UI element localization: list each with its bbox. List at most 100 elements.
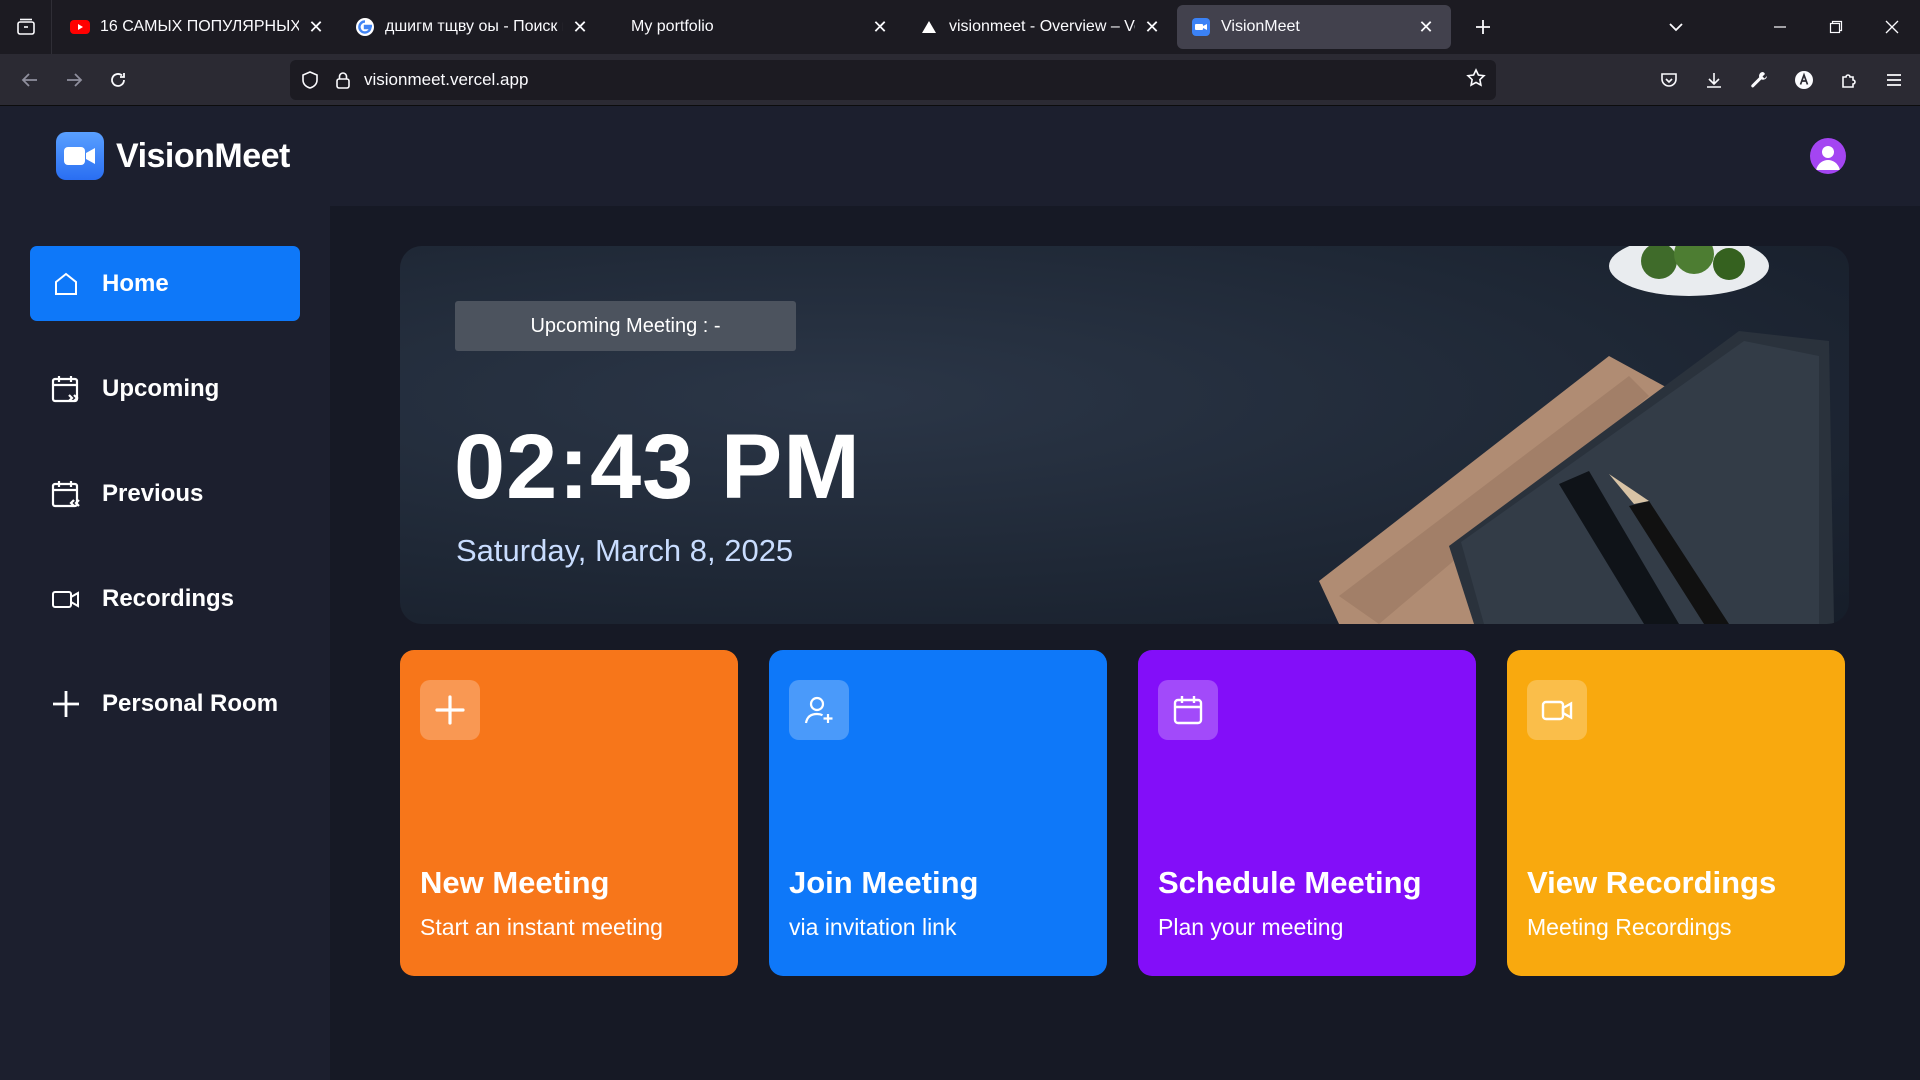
schedule-meeting-card[interactable]: Schedule Meeting Plan your meeting bbox=[1138, 650, 1476, 976]
browser-toolbar: visionmeet.vercel.app bbox=[0, 54, 1920, 106]
card-subtitle: via invitation link bbox=[789, 914, 957, 940]
user-icon bbox=[1816, 146, 1840, 170]
logo[interactable]: VisionMeet bbox=[56, 132, 290, 180]
plus-icon bbox=[50, 688, 82, 720]
url-text: visionmeet.vercel.app bbox=[364, 70, 529, 89]
pocket-icon bbox=[1660, 73, 1677, 87]
tab-title: дшигм тщву оы - Поиск в Goo bbox=[385, 18, 563, 35]
new-meeting-card[interactable]: New Meeting Start an instant meeting bbox=[400, 650, 738, 976]
app: VisionMeet Home Upcoming Previous Record… bbox=[0, 106, 1920, 1080]
sidebar-item-home[interactable]: Home bbox=[30, 246, 300, 321]
card-subtitle: Plan your meeting bbox=[1158, 914, 1344, 940]
pocket-button[interactable] bbox=[1646, 60, 1691, 100]
browser-tab[interactable]: дшигм тщву оы - Поиск в Goo ✕ bbox=[341, 5, 605, 49]
close-tab-icon[interactable]: ✕ bbox=[869, 16, 891, 38]
visionmeet-icon bbox=[1191, 17, 1211, 37]
sidebar-item-personal-room[interactable]: Personal Room bbox=[30, 666, 300, 741]
upcoming-meeting-badge: Upcoming Meeting : - bbox=[455, 301, 796, 351]
current-time: 02:43 PM bbox=[454, 416, 861, 518]
meeting-actions: New Meeting Start an instant meeting Joi… bbox=[400, 650, 1849, 976]
sidebar-item-previous[interactable]: Previous bbox=[30, 456, 300, 531]
tab-list-button[interactable] bbox=[0, 0, 52, 54]
calendar-icon bbox=[1158, 680, 1218, 740]
sidebar-item-recordings[interactable]: Recordings bbox=[30, 561, 300, 636]
reload-icon bbox=[111, 72, 125, 87]
youtube-icon bbox=[70, 17, 90, 37]
sidebar-item-label: Home bbox=[102, 269, 169, 297]
tab-title: 16 САМЫХ ПОПУЛЯРНЫХ воп bbox=[100, 18, 299, 35]
view-recordings-card[interactable]: View Recordings Meeting Recordings bbox=[1507, 650, 1845, 976]
join-meeting-card[interactable]: Join Meeting via invitation link bbox=[769, 650, 1107, 976]
back-button[interactable] bbox=[8, 60, 52, 100]
browser-tab[interactable]: 16 САМЫХ ПОПУЛЯРНЫХ воп ✕ bbox=[56, 5, 341, 49]
current-date: Saturday, March 8, 2025 bbox=[456, 533, 794, 568]
wrench-icon bbox=[1750, 72, 1767, 88]
card-title: Schedule Meeting bbox=[1158, 865, 1422, 900]
desk-illustration bbox=[1319, 246, 1834, 624]
close-tab-icon[interactable]: ✕ bbox=[1141, 16, 1163, 38]
chevron-down-icon bbox=[1669, 23, 1683, 32]
calendar-previous-icon bbox=[50, 478, 82, 510]
plus-icon bbox=[420, 680, 480, 740]
close-tab-icon[interactable]: ✕ bbox=[569, 16, 591, 38]
sidebar-item-upcoming[interactable]: Upcoming bbox=[30, 351, 300, 426]
address-bar[interactable]: visionmeet.vercel.app bbox=[290, 60, 1496, 100]
calendar-upcoming-icon bbox=[50, 373, 82, 405]
arrow-left-icon bbox=[21, 72, 37, 87]
download-icon bbox=[1706, 73, 1721, 88]
browser-tab-active[interactable]: VisionMeet ✕ bbox=[1177, 5, 1451, 49]
app-name: VisionMeet bbox=[116, 136, 290, 175]
vercel-icon bbox=[919, 17, 939, 37]
account-button[interactable] bbox=[1781, 60, 1826, 100]
arrow-right-icon bbox=[67, 72, 83, 87]
restore-button[interactable] bbox=[1808, 0, 1864, 54]
logo-icon bbox=[56, 132, 104, 180]
browser-tab-bar: 16 САМЫХ ПОПУЛЯРНЫХ воп ✕ дшигм тщву оы … bbox=[0, 0, 1920, 54]
sidebar: Home Upcoming Previous Recordings Person… bbox=[0, 206, 330, 1080]
close-window-button[interactable] bbox=[1864, 0, 1920, 54]
hamburger-icon bbox=[1886, 74, 1901, 86]
app-header: VisionMeet bbox=[0, 106, 1920, 206]
browser-tab[interactable]: visionmeet - Overview – Vercel ✕ bbox=[905, 5, 1177, 49]
puzzle-icon bbox=[1841, 74, 1856, 88]
close-tab-icon[interactable]: ✕ bbox=[1415, 16, 1437, 38]
tab-title: visionmeet - Overview – Vercel bbox=[949, 18, 1135, 35]
downloads-button[interactable] bbox=[1691, 60, 1736, 100]
bookmark-star-icon[interactable] bbox=[1466, 67, 1486, 93]
card-title: Join Meeting bbox=[789, 865, 979, 900]
minimize-icon bbox=[1774, 26, 1786, 28]
account-icon bbox=[1794, 71, 1813, 89]
sidebar-item-label: Recordings bbox=[102, 584, 235, 612]
reload-button[interactable] bbox=[96, 60, 140, 100]
user-avatar[interactable] bbox=[1810, 138, 1846, 174]
devtools-button[interactable] bbox=[1736, 60, 1781, 100]
close-icon bbox=[1885, 20, 1899, 34]
lock-icon bbox=[336, 72, 350, 89]
tab-list-icon bbox=[16, 18, 35, 35]
sidebar-item-label: Personal Room bbox=[102, 689, 279, 717]
card-subtitle: Meeting Recordings bbox=[1527, 914, 1732, 940]
tab-title: My portfolio bbox=[631, 18, 714, 35]
hero-banner: Upcoming Meeting : - 02:43 PM Saturday, … bbox=[400, 246, 1849, 624]
card-title: View Recordings bbox=[1527, 865, 1777, 900]
google-icon bbox=[355, 17, 375, 37]
plus-icon bbox=[1476, 20, 1490, 34]
shield-icon bbox=[302, 71, 318, 89]
forward-button[interactable] bbox=[52, 60, 96, 100]
add-user-icon bbox=[789, 680, 849, 740]
minimize-button[interactable] bbox=[1752, 0, 1808, 54]
home-icon bbox=[50, 268, 82, 300]
main-content: Upcoming Meeting : - 02:43 PM Saturday, … bbox=[330, 206, 1920, 1080]
new-tab-button[interactable] bbox=[1465, 9, 1501, 45]
restore-icon bbox=[1829, 20, 1843, 34]
card-subtitle: Start an instant meeting bbox=[420, 914, 663, 940]
tab-title: VisionMeet bbox=[1221, 18, 1300, 35]
video-icon bbox=[1527, 680, 1587, 740]
menu-button[interactable] bbox=[1871, 60, 1916, 100]
list-all-tabs-button[interactable] bbox=[1648, 0, 1704, 54]
extensions-button[interactable] bbox=[1826, 60, 1871, 100]
close-tab-icon[interactable]: ✕ bbox=[305, 16, 327, 38]
browser-tab[interactable]: My portfolio ✕ bbox=[605, 5, 905, 49]
sidebar-item-label: Upcoming bbox=[102, 374, 220, 402]
video-icon bbox=[50, 583, 82, 615]
